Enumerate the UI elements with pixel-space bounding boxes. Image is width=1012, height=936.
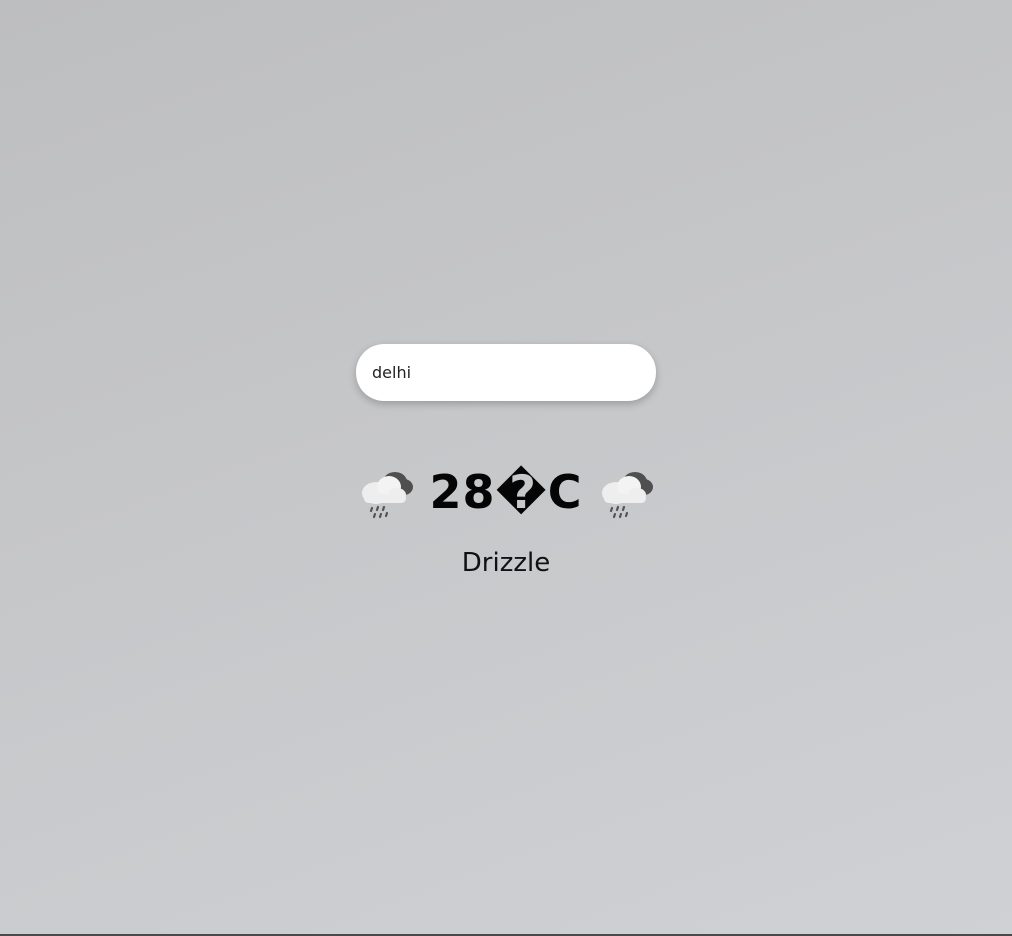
rain-cloud-icon — [362, 472, 413, 519]
city-search-input[interactable] — [356, 344, 656, 401]
weather-summary-row: 28�C — [356, 462, 656, 522]
temperature-value: 28�C — [429, 465, 583, 519]
weather-condition: Drizzle — [461, 548, 551, 578]
rain-cloud-icon — [601, 472, 653, 519]
weather-app: 28�C Drizzle — [356, 344, 656, 578]
